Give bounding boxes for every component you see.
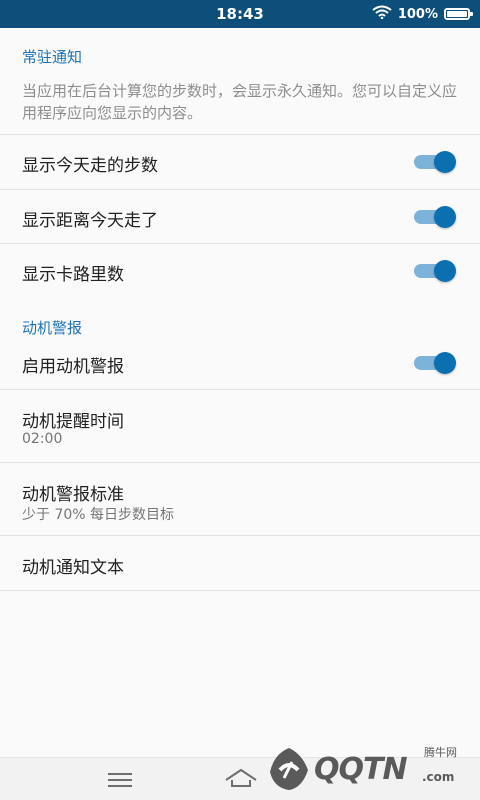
setting-label: 启用动机警报 bbox=[22, 357, 124, 377]
setting-label: 显示今天走的步数 bbox=[22, 156, 158, 176]
watermark-suffix: .com bbox=[422, 770, 455, 784]
setting-label: 动机通知文本 bbox=[22, 558, 124, 578]
watermark-brand: QQTN bbox=[314, 752, 408, 787]
setting-label: 动机提醒时间 bbox=[22, 412, 124, 432]
settings-content: 常驻通知 当应用在后台计算您的步数时，会显示永久通知。您可以自定义应用程序应向您… bbox=[0, 28, 480, 758]
wifi-icon bbox=[372, 5, 392, 23]
status-bar: 18:43 100% bbox=[0, 0, 480, 28]
enable-alert-toggle[interactable] bbox=[414, 352, 456, 374]
calories-toggle[interactable] bbox=[414, 260, 456, 282]
battery-text: 100% bbox=[397, 6, 438, 22]
setting-label: 显示卡路里数 bbox=[22, 265, 124, 285]
battery-icon bbox=[444, 8, 473, 20]
section-description: 当应用在后台计算您的步数时，会显示永久通知。您可以自定义应用程序应向您显示的内容… bbox=[22, 82, 458, 122]
section-title-motivation-alert: 动机警报 bbox=[22, 319, 83, 337]
distance-toggle[interactable] bbox=[414, 206, 456, 228]
home-icon[interactable] bbox=[224, 768, 258, 792]
setting-value: 少于 70% 每日步数目标 bbox=[22, 507, 175, 523]
setting-row-calories[interactable]: 显示卡路里数 bbox=[0, 244, 480, 298]
setting-row-reminder-time[interactable]: 动机提醒时间 02:00 bbox=[0, 390, 480, 463]
setting-row-distance[interactable]: 显示距离今天走了 bbox=[0, 190, 480, 244]
steps-toggle[interactable] bbox=[414, 151, 456, 173]
setting-label: 动机警报标准 bbox=[22, 485, 124, 505]
setting-row-alert-criteria[interactable]: 动机警报标准 少于 70% 每日步数目标 bbox=[0, 463, 480, 536]
setting-value: 02:00 bbox=[22, 431, 63, 447]
watermark-logo-icon bbox=[270, 748, 308, 790]
status-right: 100% bbox=[372, 0, 473, 28]
watermark: QQTN .com 腾牛网 bbox=[262, 742, 472, 796]
setting-row-enable-alert[interactable]: 启用动机警报 bbox=[0, 336, 480, 390]
setting-row-steps[interactable]: 显示今天走的步数 bbox=[0, 135, 480, 190]
section-title-persistent-notification: 常驻通知 bbox=[22, 48, 83, 66]
menu-icon[interactable] bbox=[108, 772, 132, 792]
setting-row-notification-text[interactable]: 动机通知文本 bbox=[0, 536, 480, 591]
setting-label: 显示距离今天走了 bbox=[22, 211, 158, 231]
watermark-small-text: 腾牛网 bbox=[424, 746, 457, 759]
